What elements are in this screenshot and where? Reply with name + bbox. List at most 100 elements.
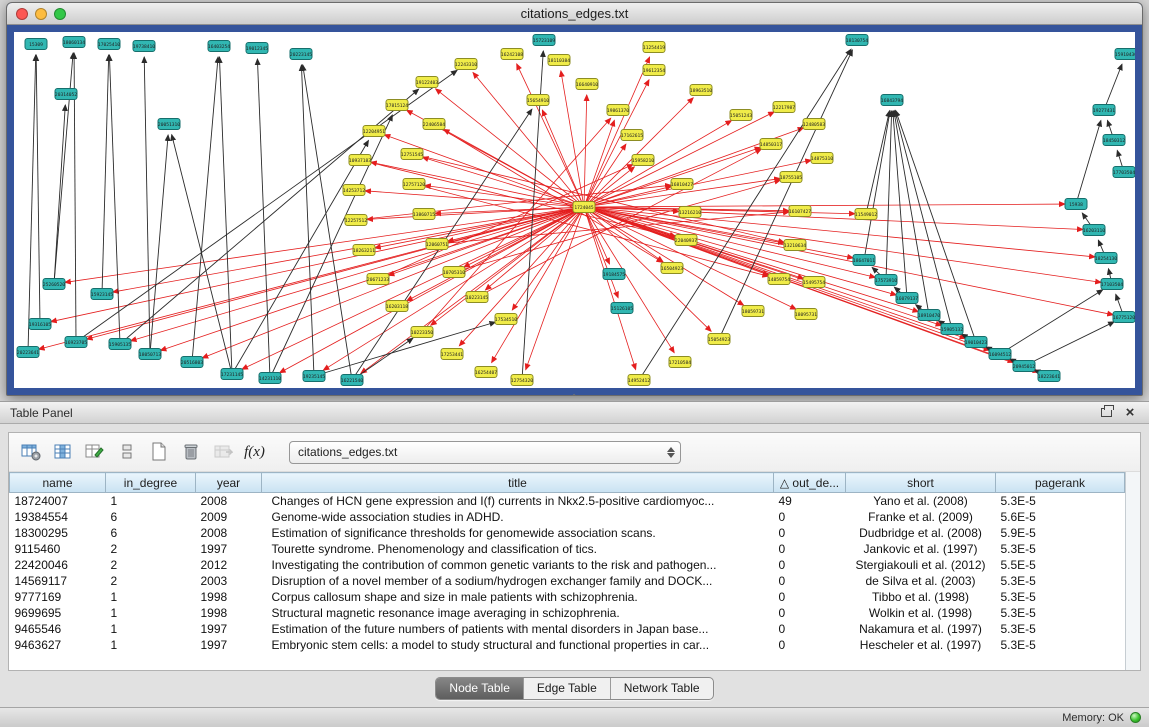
graph-edge[interactable] <box>150 135 168 354</box>
table-cell[interactable]: 49 <box>774 493 846 509</box>
table-cell[interactable]: Hescheler et al. (1997) <box>846 637 996 653</box>
column-header[interactable]: in_degree <box>106 473 196 493</box>
graph-node[interactable]: 12757120 <box>403 179 425 190</box>
table-cell[interactable]: Yano et al. (2008) <box>846 493 996 509</box>
graph-node[interactable]: 12060751 <box>426 239 448 250</box>
graph-node[interactable]: 15958210 <box>632 155 654 166</box>
table-cell[interactable]: 2012 <box>196 557 262 573</box>
graph-edge[interactable] <box>51 207 584 322</box>
table-vertical-scrollbar[interactable] <box>1125 472 1140 670</box>
graph-node[interactable]: 18223641 <box>1038 371 1060 382</box>
graph-edge[interactable] <box>301 65 314 376</box>
table-cell[interactable]: 0 <box>774 589 846 605</box>
window-titlebar[interactable]: citations_edges.txt <box>7 3 1142 25</box>
graph-node[interactable]: 18963510 <box>690 85 712 96</box>
graph-node[interactable]: 18254130 <box>1095 253 1117 264</box>
graph-edge[interactable] <box>65 207 584 282</box>
table-cell[interactable]: 5.3E-5 <box>996 605 1125 621</box>
graph-node[interactable]: 13860715 <box>413 209 435 220</box>
table-row[interactable]: 1456911722003Disruption of a novel membe… <box>10 573 1125 589</box>
table-cell[interactable]: 5.3E-5 <box>996 621 1125 637</box>
column-header[interactable]: name <box>10 473 106 493</box>
graph-edge[interactable] <box>542 110 584 207</box>
table-cell[interactable]: 5.3E-5 <box>996 637 1125 653</box>
import-table-icon[interactable] <box>209 439 236 466</box>
graph-edge[interactable] <box>894 111 929 315</box>
graph-edge[interactable] <box>444 129 584 207</box>
table-cell[interactable]: 5.5E-5 <box>996 557 1125 573</box>
table-cell[interactable]: Stergiakouli et al. (2012) <box>846 557 996 573</box>
graph-edge[interactable] <box>323 207 584 370</box>
tab-network-table[interactable]: Network Table <box>611 678 713 699</box>
graph-edge[interactable] <box>422 118 611 332</box>
graph-edge[interactable] <box>1104 64 1122 110</box>
graph-node[interactable]: 18050713 <box>139 349 161 360</box>
graph-node[interactable]: 17162615 <box>621 130 643 141</box>
table-cell[interactable]: 2009 <box>196 509 262 525</box>
graph-node[interactable]: 20671233 <box>367 274 389 285</box>
graph-node[interactable]: 10705310 <box>443 267 465 278</box>
table-cell[interactable]: 1 <box>106 605 196 621</box>
graph-edge[interactable] <box>219 57 232 374</box>
graph-node[interactable]: 20516803 <box>181 357 203 368</box>
graph-edge[interactable] <box>423 157 584 207</box>
graph-node[interactable]: 18910470 <box>918 310 940 321</box>
select-columns-icon[interactable] <box>49 439 76 466</box>
graph-node[interactable]: 19277431 <box>1093 105 1115 116</box>
graph-node[interactable]: 17025410 <box>98 39 120 50</box>
table-cell[interactable]: Investigating the contribution of common… <box>262 557 774 573</box>
table-cell[interactable]: 1998 <box>196 589 262 605</box>
table-cell[interactable]: 6 <box>106 525 196 541</box>
graph-node[interactable]: 17210584 <box>669 357 691 368</box>
table-cell[interactable]: Wolkin et al. (1998) <box>846 605 996 621</box>
table-cell[interactable]: 1 <box>106 493 196 509</box>
graph-node[interactable]: 12480583 <box>803 119 825 130</box>
table-cell[interactable]: 22420046 <box>10 557 106 573</box>
table-cell[interactable]: 5.3E-5 <box>996 541 1125 557</box>
graph-node[interactable]: 12257512 <box>345 215 367 226</box>
graph-node[interactable]: 16203110 <box>1083 225 1105 236</box>
create-table-icon[interactable] <box>145 439 172 466</box>
graph-node[interactable]: 22406584 <box>423 119 445 130</box>
graph-node[interactable]: 11254419 <box>643 42 665 53</box>
table-cell[interactable]: 5.3E-5 <box>996 493 1125 509</box>
column-header[interactable]: short <box>846 473 996 493</box>
graph-node[interactable]: 16843794 <box>881 95 903 106</box>
table-cell[interactable]: 14569117 <box>10 573 106 589</box>
table-cell[interactable]: 19384554 <box>10 509 106 525</box>
graph-node[interactable]: 16403254 <box>208 41 230 52</box>
graph-node[interactable]: 14859754 <box>768 274 790 285</box>
graph-node[interactable]: 19316105 <box>29 319 51 330</box>
graph-node[interactable]: 16094512 <box>989 349 1011 360</box>
table-cell[interactable]: 9777169 <box>10 589 106 605</box>
graph-node[interactable]: 13210634 <box>784 240 806 251</box>
graph-node[interactable]: 18263211 <box>353 245 375 256</box>
table-cell[interactable]: 1998 <box>196 605 262 621</box>
undock-panel-icon[interactable] <box>1097 405 1115 421</box>
table-cell[interactable]: 5.9E-5 <box>996 525 1125 541</box>
graph-node[interactable]: 14850317 <box>760 139 782 150</box>
graph-edge[interactable] <box>1000 290 1103 354</box>
graph-node[interactable]: 19861370 <box>607 105 629 116</box>
graph-node[interactable]: 17253441 <box>441 349 463 360</box>
table-selector-dropdown[interactable]: citations_edges.txt <box>289 441 681 464</box>
graph-node[interactable]: 11549012 <box>855 209 877 220</box>
graph-node[interactable]: 12243310 <box>455 59 477 70</box>
graph-node[interactable]: 18755105 <box>780 172 802 183</box>
table-cell[interactable]: 1997 <box>196 541 262 557</box>
table-cell[interactable]: 0 <box>774 525 846 541</box>
graph-node[interactable]: 15938 <box>1065 199 1087 210</box>
graph-edge[interactable] <box>54 105 65 284</box>
graph-node[interactable]: 1724045 <box>573 202 595 213</box>
table-cell[interactable]: 2 <box>106 573 196 589</box>
table-cell[interactable]: Dudbridge et al. (2008) <box>846 525 996 541</box>
table-cell[interactable]: 1 <box>106 637 196 653</box>
graph-node[interactable]: 20314052 <box>55 89 77 100</box>
graph-node[interactable]: 16810427 <box>671 179 693 190</box>
graph-node[interactable]: 19010423 <box>965 337 987 348</box>
graph-node[interactable]: 16775120 <box>1113 312 1135 323</box>
graph-edge[interactable] <box>314 322 495 376</box>
graph-node[interactable]: 16504923 <box>661 263 683 274</box>
table-cell[interactable]: Nakamura et al. (1997) <box>846 621 996 637</box>
graph-node[interactable]: 20223641 <box>17 347 39 358</box>
